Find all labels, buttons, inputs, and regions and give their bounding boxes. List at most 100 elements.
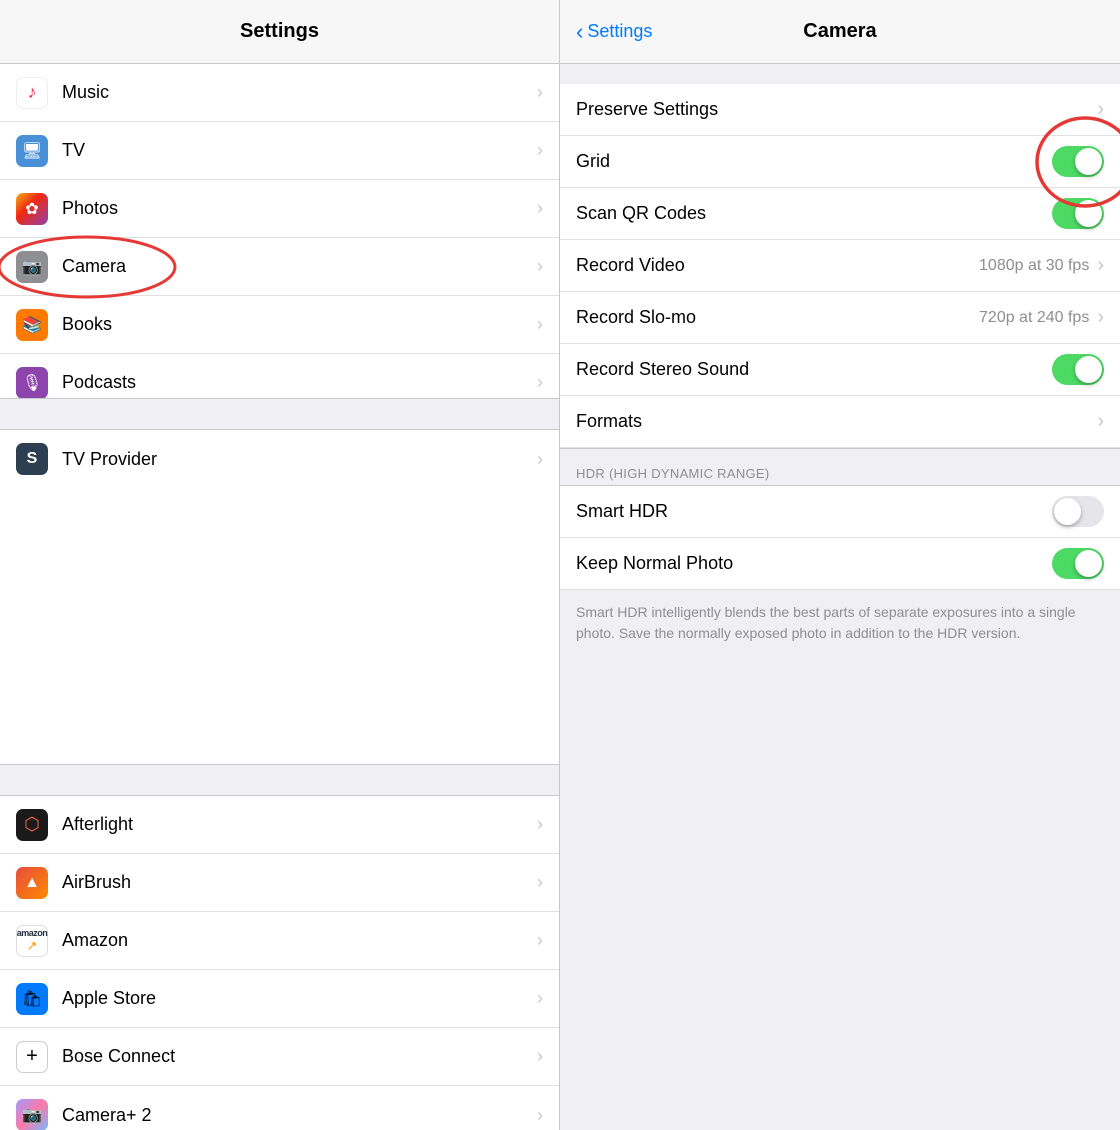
camera-header: ‹ Settings Camera [560,0,1120,64]
music-label: Music [62,82,537,103]
right-panel: ‹ Settings Camera Preserve Settings › Gr… [560,0,1120,1130]
applestore-label: Apple Store [62,988,537,1009]
camera-item-keepnormal[interactable]: Keep Normal Photo [560,538,1120,590]
keepnormal-toggle[interactable] [1052,548,1104,579]
grid-toggle[interactable] [1052,146,1104,177]
airbrush-label: AirBrush [62,872,537,893]
chevron-icon: › [537,814,543,835]
podcasts-label: Podcasts [62,372,537,393]
sidebar-item-afterlight[interactable]: ⬡ Afterlight › [0,796,559,854]
afterlight-icon: ⬡ [16,809,48,841]
chevron-icon: › [537,82,543,103]
settings-list: ♪ Music › 🖥 TV › ✿ Photos › 📷 Camera [0,64,559,398]
sidebar-item-tv[interactable]: 🖥 TV › [0,122,559,180]
sidebar-item-applestore[interactable]: 🛍 Apple Store › [0,970,559,1028]
airbrush-icon: ▲ [16,867,48,899]
chevron-icon: › [537,872,543,893]
formats-label: Formats [576,411,1097,432]
applestore-icon: 🛍 [16,983,48,1015]
chevron-icon: › [1097,410,1104,433]
amazon-icon: amazon ↗ [16,925,48,957]
settings-title: Settings [240,20,319,43]
recordvideo-value: 1080p at 30 fps [979,257,1089,275]
settings-list-3: ⬡ Afterlight › ▲ AirBrush › amazon ↗ Ama… [0,796,559,1130]
sidebar-item-music[interactable]: ♪ Music › [0,64,559,122]
camera-item-recordvideo[interactable]: Record Video 1080p at 30 fps › [560,240,1120,292]
chevron-icon: › [537,930,543,951]
left-panel: Settings ♪ Music › 🖥 TV › ✿ Photos › [0,0,560,1130]
recordslomo-value: 720p at 240 fps [979,309,1089,327]
camera-settings-list: Preserve Settings › Grid Scan QR Codes R… [560,84,1120,448]
chevron-icon: › [537,256,543,277]
recordstereo-toggle[interactable] [1052,354,1104,385]
chevron-icon: › [1097,254,1104,277]
podcasts-icon: 🎙 [16,367,48,399]
chevron-icon: › [1097,98,1104,121]
boseconnect-icon: + [16,1041,48,1073]
sidebar-item-podcasts[interactable]: 🎙 Podcasts › [0,354,559,398]
back-chevron-icon: ‹ [576,19,583,45]
section-divider-2 [0,764,559,796]
sidebar-item-boseconnect[interactable]: + Bose Connect › [0,1028,559,1086]
camera-item-recordslomo[interactable]: Record Slo-mo 720p at 240 fps › [560,292,1120,344]
camera2-icon: 📷 [16,1099,48,1130]
photos-icon: ✿ [16,193,48,225]
sidebar-item-photos[interactable]: ✿ Photos › [0,180,559,238]
camera-item-grid[interactable]: Grid [560,136,1120,188]
camera-item-preserve[interactable]: Preserve Settings › [560,84,1120,136]
sidebar-item-amazon[interactable]: amazon ↗ Amazon › [0,912,559,970]
camera-title: Camera [803,20,876,43]
scanqr-toggle[interactable] [1052,198,1104,229]
camera-label: Camera [62,256,537,277]
scanqr-label: Scan QR Codes [576,203,1052,224]
camera2-label: Camera+ 2 [62,1105,537,1126]
tvprovider-icon: S [16,443,48,475]
section-divider-1 [0,398,559,430]
toggle-knob [1075,200,1102,227]
amazon-label: Amazon [62,930,537,951]
camera-item-formats[interactable]: Formats › [560,396,1120,448]
preserve-label: Preserve Settings [576,99,1097,120]
chevron-icon: › [537,198,543,219]
chevron-icon: › [1097,306,1104,329]
camera-icon: 📷 [16,251,48,283]
sidebar-item-books[interactable]: 📚 Books › [0,296,559,354]
chevron-icon: › [537,1105,543,1126]
sidebar-item-camera2[interactable]: 📷 Camera+ 2 › [0,1086,559,1130]
hdr-settings-list: Smart HDR Keep Normal Photo [560,486,1120,590]
toggle-knob [1054,498,1081,525]
hdr-section-label: HDR (HIGH DYNAMIC RANGE) [576,466,770,481]
left-header: Settings [0,0,559,64]
books-icon: 📚 [16,309,48,341]
settings-list-2: S TV Provider › [0,430,559,764]
back-button[interactable]: ‹ Settings [576,19,652,45]
chevron-icon: › [537,140,543,161]
tv-icon: 🖥 [16,135,48,167]
boseconnect-label: Bose Connect [62,1046,537,1067]
smarthdr-toggle[interactable] [1052,496,1104,527]
recordvideo-label: Record Video [576,255,979,276]
camera-item-smarthdr[interactable]: Smart HDR [560,486,1120,538]
sidebar-item-camera[interactable]: 📷 Camera › [0,238,559,296]
toggle-knob [1075,356,1102,383]
books-label: Books [62,314,537,335]
sidebar-item-tvprovider[interactable]: S TV Provider › [0,430,559,488]
keepnormal-label: Keep Normal Photo [576,553,1052,574]
chevron-icon: › [537,372,543,393]
chevron-icon: › [537,1046,543,1067]
tv-label: TV [62,140,537,161]
toggle-knob [1075,550,1102,577]
top-spacer [560,64,1120,84]
smarthdr-label: Smart HDR [576,501,1052,522]
camera-item-scanqr[interactable]: Scan QR Codes [560,188,1120,240]
camera-item-recordstereo[interactable]: Record Stereo Sound [560,344,1120,396]
afterlight-label: Afterlight [62,814,537,835]
music-icon: ♪ [16,77,48,109]
toggle-knob [1075,148,1102,175]
photos-label: Photos [62,198,537,219]
sidebar-item-airbrush[interactable]: ▲ AirBrush › [0,854,559,912]
chevron-icon: › [537,988,543,1009]
tvprovider-label: TV Provider [62,449,537,470]
back-label: Settings [587,21,652,42]
hdr-section-header: HDR (HIGH DYNAMIC RANGE) [560,448,1120,486]
